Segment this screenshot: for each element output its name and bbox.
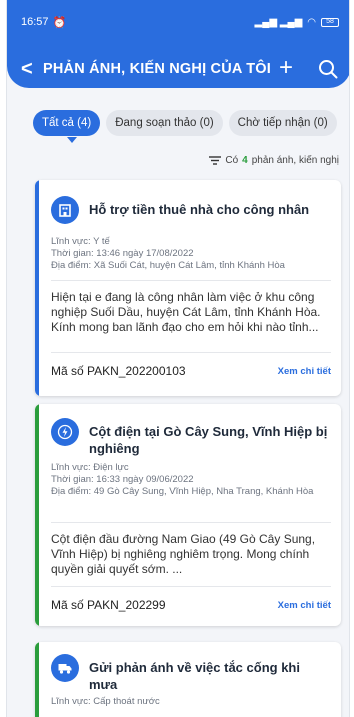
item-title: Hỗ trợ tiền thuê nhà cho công nhân: [89, 202, 310, 217]
filter-icon: [209, 156, 222, 165]
card-accent-bar: [35, 404, 39, 626]
view-detail-link[interactable]: Xem chi tiết: [278, 600, 331, 611]
item-code: Mã số PAKN_202200103: [51, 364, 186, 378]
item-description: Cột điện đầu đường Nam Giao (49 Gò Cây S…: [51, 532, 316, 576]
tab-all[interactable]: Tất cả (4): [33, 110, 101, 136]
tab-pending[interactable]: Chờ tiếp nhận (0): [228, 110, 337, 136]
lightning-icon: [51, 418, 79, 446]
add-button[interactable]: +: [279, 54, 293, 82]
search-icon[interactable]: [317, 58, 339, 80]
status-bar: 16:57 ⏰ ▂▄▆ ▂▄▆ ◠ 58: [21, 14, 339, 30]
card-accent-bar: [35, 642, 39, 717]
wifi-icon: ◠: [307, 16, 316, 28]
item-place: Địa điểm: Xã Suối Cát, huyện Cát Lâm, tỉ…: [51, 260, 285, 271]
item-field: Lĩnh vực: Y tế: [51, 236, 110, 247]
divider: [51, 522, 331, 523]
tab-drafting[interactable]: Đang soạn thảo (0): [106, 110, 223, 136]
signal-icon: ▂▄▆ ▂▄▆: [254, 16, 303, 28]
item-place: Địa điểm: 49 Gò Cây Sung, Vĩnh Hiệp, Nha…: [51, 486, 314, 497]
divider: [51, 352, 331, 353]
item-time: Thời gian: 16:33 ngày 09/06/2022: [51, 474, 194, 485]
page-title: PHẢN ÁNH, KIẾN NGHỊ CỦA TÔI: [43, 61, 272, 77]
item-field: Lĩnh vực: Cấp thoát nước: [51, 696, 160, 707]
app-screen: 16:57 ⏰ ▂▄▆ ▂▄▆ ◠ 58 < PHẢN ÁNH, KIẾN NG…: [6, 0, 350, 717]
building-icon: [51, 196, 79, 224]
item-field: Lĩnh vực: Điện lực: [51, 462, 129, 473]
count-prefix: Có: [225, 155, 239, 166]
result-count[interactable]: Có 4 phản ánh, kiến nghị: [209, 155, 339, 166]
divider: [51, 586, 331, 587]
list-item[interactable]: Hỗ trợ tiền thuê nhà cho công nhân Lĩnh …: [35, 180, 341, 396]
divider: [51, 280, 331, 281]
app-header: 16:57 ⏰ ▂▄▆ ▂▄▆ ◠ 58 < PHẢN ÁNH, KIẾN NG…: [7, 0, 349, 88]
list-item[interactable]: Gửi phản ánh về việc tắc cống khi mưa Lĩ…: [35, 642, 341, 717]
truck-icon: [51, 654, 79, 682]
battery-level: 58: [326, 17, 334, 25]
item-time: Thời gian: 13:46 ngày 17/08/2022: [51, 248, 194, 259]
count-suffix: phản ánh, kiến nghị: [251, 155, 339, 166]
item-title: Gửi phản ánh về việc tắc cống khi mưa: [89, 660, 300, 692]
back-button[interactable]: <: [21, 56, 33, 82]
status-time: 16:57: [21, 16, 49, 28]
alarm-icon: ⏰: [52, 16, 67, 29]
item-description: Hiện tại e đang là công nhân làm việc ở …: [51, 290, 321, 334]
battery-icon: 58: [321, 17, 339, 27]
active-tab-indicator: [67, 137, 77, 143]
card-accent-bar: [35, 180, 39, 396]
item-title: Cột điện tại Gò Cây Sung, Vĩnh Hiệp bị n…: [89, 424, 328, 456]
list-item[interactable]: Cột điện tại Gò Cây Sung, Vĩnh Hiệp bị n…: [35, 404, 341, 626]
filter-tabs: Tất cả (4) Đang soạn thảo (0) Chờ tiếp n…: [33, 110, 337, 136]
count-number: 4: [242, 155, 248, 166]
view-detail-link[interactable]: Xem chi tiết: [278, 366, 331, 377]
item-code: Mã số PAKN_202299: [51, 598, 166, 612]
